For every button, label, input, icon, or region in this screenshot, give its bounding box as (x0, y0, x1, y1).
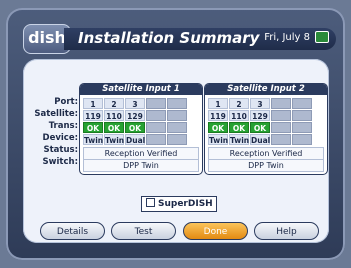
row-labels: Port: Satellite: Trans: Device: Status: … (32, 96, 78, 168)
trans-cell: OK (229, 122, 249, 133)
device-cell: Twin (208, 134, 229, 145)
satellite-cell: 129 (125, 110, 145, 121)
row-label-satellite: Satellite: (34, 109, 78, 119)
port-cell (271, 98, 291, 109)
title-bar: Installation Summary Fri, July 8 (64, 28, 336, 50)
device-cell (167, 134, 187, 145)
date-display: Fri, July 8 (264, 32, 310, 43)
device-cell: Twin (83, 134, 104, 145)
test-button[interactable]: Test (111, 222, 176, 240)
satellite-cell (271, 110, 291, 121)
port-cell (146, 98, 166, 109)
trans-cell: OK (83, 122, 103, 133)
superdish-checkbox[interactable]: SuperDISH (141, 196, 217, 212)
device-cell (146, 134, 166, 145)
trans-cell (146, 122, 166, 133)
port-cell: 1 (208, 98, 228, 109)
switch-value: DPP Twin (208, 159, 324, 172)
trans-row: OK OK OK (83, 122, 188, 134)
trans-cell (292, 122, 312, 133)
trans-cell: OK (250, 122, 270, 133)
port-cell: 2 (104, 98, 124, 109)
details-button[interactable]: Details (40, 222, 105, 240)
device-cell: Dual (250, 134, 271, 145)
port-cell (167, 98, 187, 109)
port-cell: 3 (125, 98, 145, 109)
page-title: Installation Summary (78, 29, 260, 47)
logo-text: dish (28, 28, 66, 47)
device-row: Twin Twin Dual (83, 134, 188, 146)
satellite-input-1: Satellite Input 1 1 2 3 119 110 129 OK O… (79, 83, 203, 175)
device-cell (292, 134, 312, 145)
satellite-cell (167, 110, 187, 121)
done-button[interactable]: Done (183, 222, 248, 240)
port-cell: 3 (250, 98, 270, 109)
satellite-row: 119 110 129 (83, 110, 188, 122)
satellite-cell (292, 110, 312, 121)
row-label-status: Status: (43, 145, 79, 155)
trans-cell (271, 122, 291, 133)
row-label-switch: Switch: (42, 157, 78, 167)
port-row: 1 2 3 (83, 98, 188, 110)
satellite-cell: 119 (208, 110, 228, 121)
superdish-label: SuperDISH (158, 199, 213, 209)
row-label-trans: Trans: (48, 121, 78, 131)
trans-cell: OK (104, 122, 124, 133)
satellite-input-2: Satellite Input 2 1 2 3 119 110 129 OK O… (204, 83, 328, 175)
row-label-port: Port: (54, 97, 78, 107)
port-cell: 1 (83, 98, 103, 109)
device-cell: Twin (229, 134, 250, 145)
device-cell (271, 134, 291, 145)
trans-row: OK OK OK (208, 122, 313, 134)
trans-cell: OK (125, 122, 145, 133)
help-button[interactable]: Help (254, 222, 319, 240)
satellite-cell: 110 (104, 110, 124, 121)
satellite-cell: 119 (83, 110, 103, 121)
satellite-cell: 110 (229, 110, 249, 121)
port-row: 1 2 3 (208, 98, 313, 110)
satellite-input-2-title: Satellite Input 2 (205, 84, 327, 95)
device-cell: Dual (125, 134, 146, 145)
satellite-input-1-title: Satellite Input 1 (80, 84, 202, 95)
tv-icon (315, 31, 329, 43)
checkbox-box[interactable] (146, 198, 155, 207)
device-row: Twin Twin Dual (208, 134, 313, 146)
port-cell: 2 (229, 98, 249, 109)
satellite-cell (146, 110, 166, 121)
switch-value: DPP Twin (83, 159, 199, 172)
trans-cell (167, 122, 187, 133)
device-cell: Twin (104, 134, 125, 145)
row-label-device: Device: (42, 133, 78, 143)
port-cell (292, 98, 312, 109)
satellite-row: 119 110 129 (208, 110, 313, 122)
satellite-cell: 129 (250, 110, 270, 121)
trans-cell: OK (208, 122, 228, 133)
